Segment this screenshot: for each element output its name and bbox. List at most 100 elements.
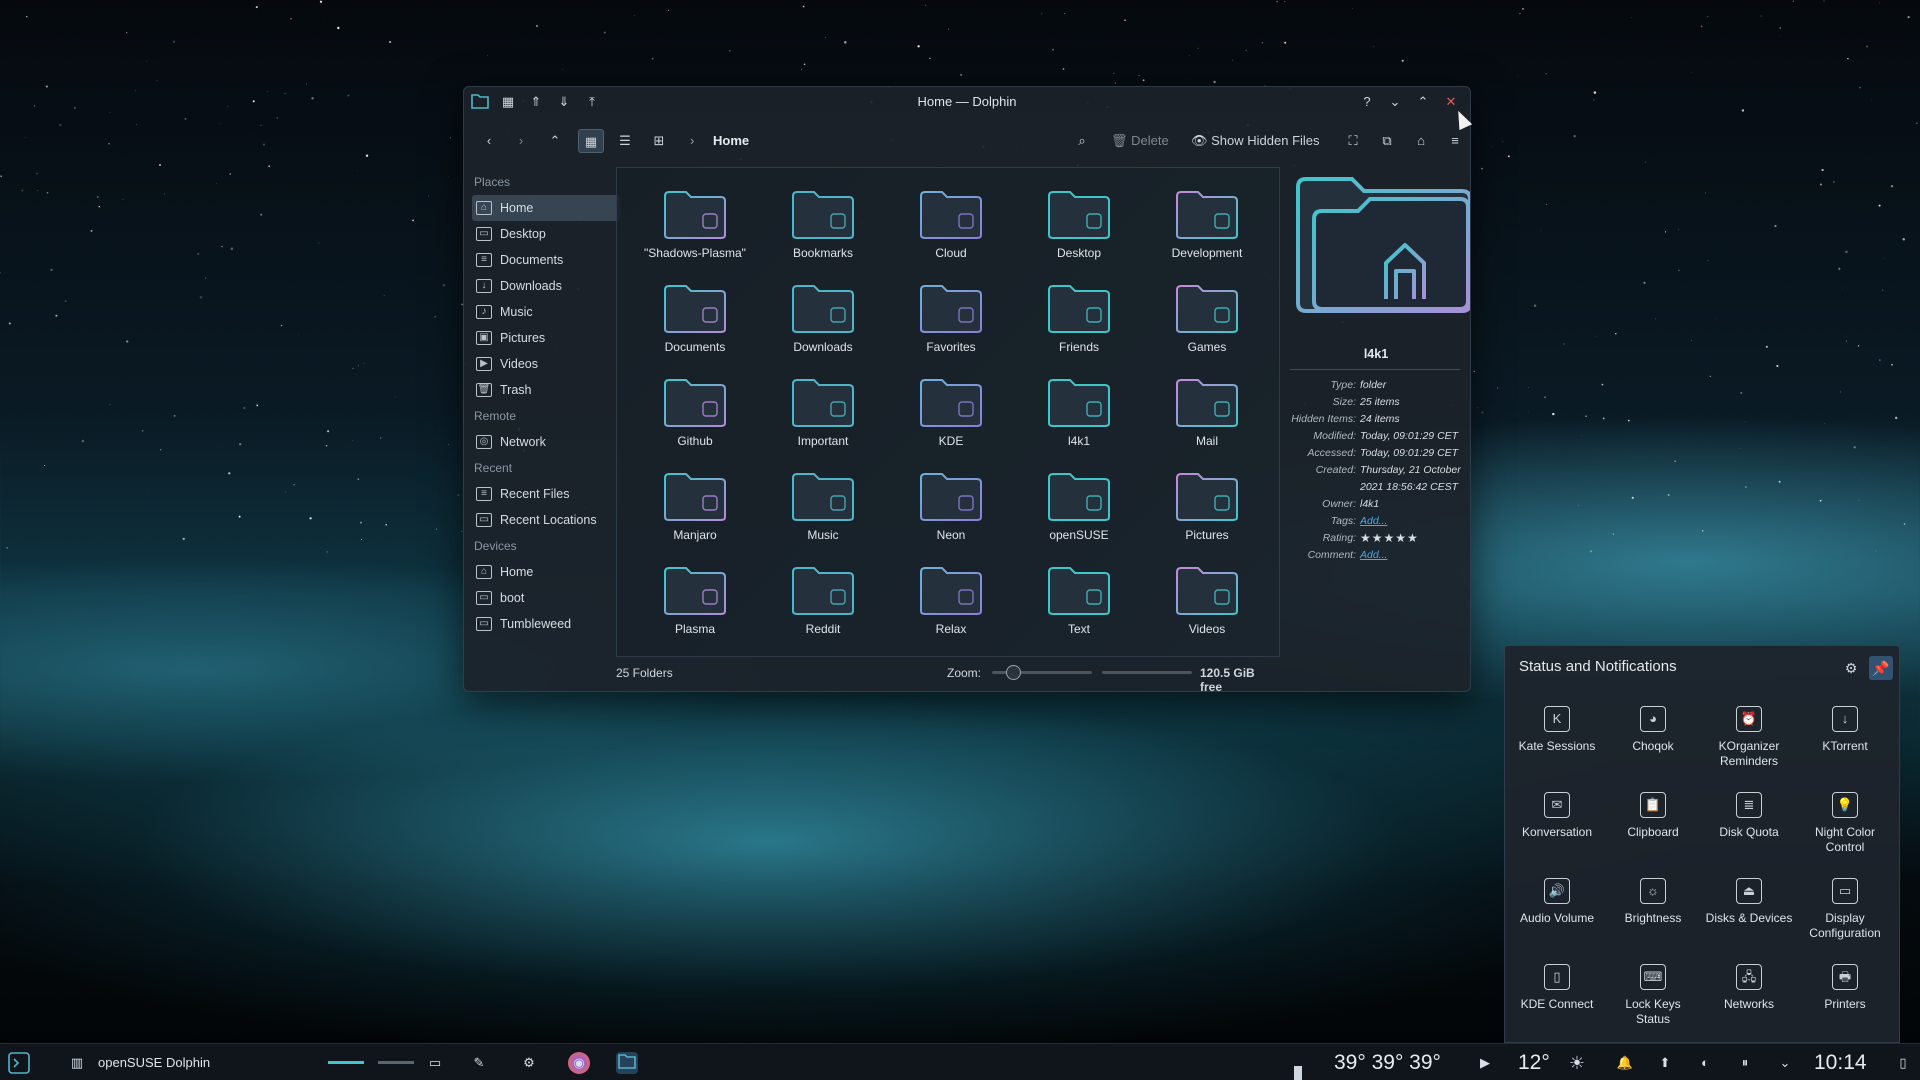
tray-applet-printers[interactable]: 🖶 Printers [1797,954,1893,1040]
tray-applet-display-configuration[interactable]: ▭ Display Configuration [1797,868,1893,954]
preview-icon[interactable]: ⧉ [1374,129,1400,153]
places-item-home[interactable]: ⌂ Home [472,195,620,221]
folder-item[interactable]: Videos [1143,552,1271,646]
folder-item[interactable]: Favorites [887,270,1015,364]
help-button[interactable]: ? [1357,92,1377,112]
zoom-slider-handle[interactable] [1006,665,1021,680]
activity-name[interactable]: openSUSE [98,1044,162,1080]
tray-applet-konversation[interactable]: ✉ Konversation [1509,782,1605,868]
home-icon[interactable]: ⌂ [1408,129,1434,153]
pause-icon[interactable]: ⏸ [1734,1052,1756,1074]
tray-applet-kde-connect[interactable]: ▯ KDE Connect [1509,954,1605,1040]
breadcrumb-home[interactable]: Home [713,129,749,153]
folder-item[interactable]: Downloads [759,270,887,364]
places-item-pictures[interactable]: ▣ Pictures [472,325,620,351]
places-item-videos[interactable]: ▶ Videos [472,351,620,377]
titlebar[interactable]: ▦ ⇑ ⇓ ⤒ Home — Dolphin ? ⌄ ⌃ ✕ [464,87,1470,117]
tray-applet-disk-quota[interactable]: ≣ Disk Quota [1701,782,1797,868]
places-item-recent-locations[interactable]: ▭ Recent Locations [472,507,620,533]
updates-icon[interactable]: ⬆ [1654,1052,1676,1074]
tray-applet-brightness[interactable]: ☼ Brightness [1605,868,1701,954]
folder-item[interactable]: Mail [1143,364,1271,458]
folder-item[interactable]: Cloud [887,176,1015,270]
folder-item[interactable]: KDE [887,364,1015,458]
folder-item[interactable]: Manjaro [631,458,759,552]
details-view-button[interactable]: ⊞ [646,129,672,153]
places-item-home[interactable]: ⌂ Home [472,559,620,585]
places-item-downloads[interactable]: ↓ Downloads [472,273,620,299]
folder-item[interactable]: Development [1143,176,1271,270]
pager-icon[interactable]: ▭ [424,1052,446,1074]
places-item-desktop[interactable]: ▭ Desktop [472,221,620,247]
show-desktop-icon[interactable]: ▯ [1892,1052,1914,1074]
folder-item[interactable]: Reddit [759,552,887,646]
icons-view-button[interactable]: ▦ [578,129,604,153]
tray-applet-korganizer-reminders[interactable]: ⏰ KOrganizer Reminders [1701,696,1797,782]
folder-item[interactable]: Documents [631,270,759,364]
folder-item[interactable]: Bookmarks [759,176,887,270]
folder-item[interactable]: Games [1143,270,1271,364]
delete-button[interactable]: 🗑 Delete [1111,129,1169,153]
places-item-music[interactable]: ♪ Music [472,299,620,325]
folder-item[interactable]: openSUSE [1015,458,1143,552]
folder-item[interactable]: Neon [887,458,1015,552]
tray-applet-audio-volume[interactable]: 🔊 Audio Volume [1509,868,1605,954]
show-hidden-files-button[interactable]: 👁 Show Hidden Files [1191,129,1320,153]
back-icon[interactable]: ‹ [476,129,502,153]
maximize-button[interactable]: ⌃ [1413,92,1433,112]
up-icon[interactable]: ⌃ [542,129,568,153]
tray-launcher-icon[interactable]: ▶ [1474,1052,1496,1074]
tray-expand-chevron-icon[interactable]: ⌄ [1774,1052,1796,1074]
search-icon[interactable]: ⌕ [1069,129,1095,153]
notifications-bell-icon[interactable]: 🔔 [1614,1052,1636,1074]
tray-applet-choqok[interactable]: ◕ Choqok [1605,696,1701,782]
zoom-slider[interactable] [992,665,1092,680]
clock[interactable]: 10:14 [1814,1044,1867,1080]
folder-item[interactable]: Friends [1015,270,1143,364]
folder-item[interactable]: l4k1 [1015,364,1143,458]
minimize-button[interactable]: ⌄ [1385,92,1405,112]
tray-applet-lock-keys-status[interactable]: ⌨ Lock Keys Status [1605,954,1701,1040]
pin-icon[interactable]: 📌 [1869,656,1893,680]
rating-stars[interactable]: ★★★★★ [1360,530,1466,547]
file-view[interactable]: "Shadows-Plasma" Bookmarks Cloud Desktop Dev… [616,167,1280,657]
kate-launcher-icon[interactable]: ✎ [468,1052,490,1074]
folder-item[interactable]: Important [759,364,887,458]
folder-item[interactable]: Text [1015,552,1143,646]
folder-item[interactable]: Music [759,458,887,552]
hamburger-menu-icon[interactable]: ≡ [1442,129,1468,153]
app-launcher-icon[interactable] [8,1052,30,1074]
compact-view-button[interactable]: ☰ [612,129,638,153]
tray-applet-networks[interactable]: 🖧 Networks [1701,954,1797,1040]
places-item-tumbleweed[interactable]: ▭ Tumbleweed [472,611,620,637]
places-item-network[interactable]: ◎ Network [472,429,620,455]
activity-switcher-icon[interactable]: ▥ [66,1052,88,1074]
folder-item[interactable]: Pictures [1143,458,1271,552]
forward-icon[interactable]: › [508,129,534,153]
system-settings-launcher-icon[interactable]: ⚙ [518,1052,540,1074]
close-button[interactable]: ✕ [1441,92,1461,112]
places-item-recent-files[interactable]: ≡ Recent Files [472,481,620,507]
tray-applet-kate-sessions[interactable]: K Kate Sessions [1509,696,1605,782]
places-item-trash[interactable]: 🗑 Trash [472,377,620,403]
firefox-launcher-icon[interactable]: ◉ [568,1052,590,1074]
folder-item[interactable]: Github [631,364,759,458]
configure-icon[interactable]: ⚙ [1839,656,1863,680]
folder-item[interactable]: Plasma [631,552,759,646]
tray-applet-night-color-control[interactable]: 💡 Night Color Control [1797,782,1893,868]
tray-applet-clipboard[interactable]: 📋 Clipboard [1605,782,1701,868]
weather-sun-icon[interactable]: ☀ [1566,1052,1588,1074]
folder-item[interactable]: Relax [887,552,1015,646]
places-item-documents[interactable]: ≡ Documents [472,247,620,273]
dolphin-task-icon[interactable] [616,1052,638,1074]
select-icon[interactable]: ⛶ [1340,129,1366,153]
folder-item[interactable]: Desktop [1015,176,1143,270]
folder-item[interactable]: "Shadows-Plasma" [631,176,759,270]
add-link[interactable]: Add... [1360,513,1466,530]
add-link[interactable]: Add... [1360,547,1466,564]
media-disc-icon[interactable]: ◐ [1694,1052,1716,1074]
tray-applet-ktorrent[interactable]: ↓ KTorrent [1797,696,1893,782]
places-item-boot[interactable]: ▭ boot [472,585,620,611]
weather-temperature[interactable]: 12° [1518,1044,1550,1080]
tray-applet-disks-devices[interactable]: ⏏ Disks & Devices [1701,868,1797,954]
